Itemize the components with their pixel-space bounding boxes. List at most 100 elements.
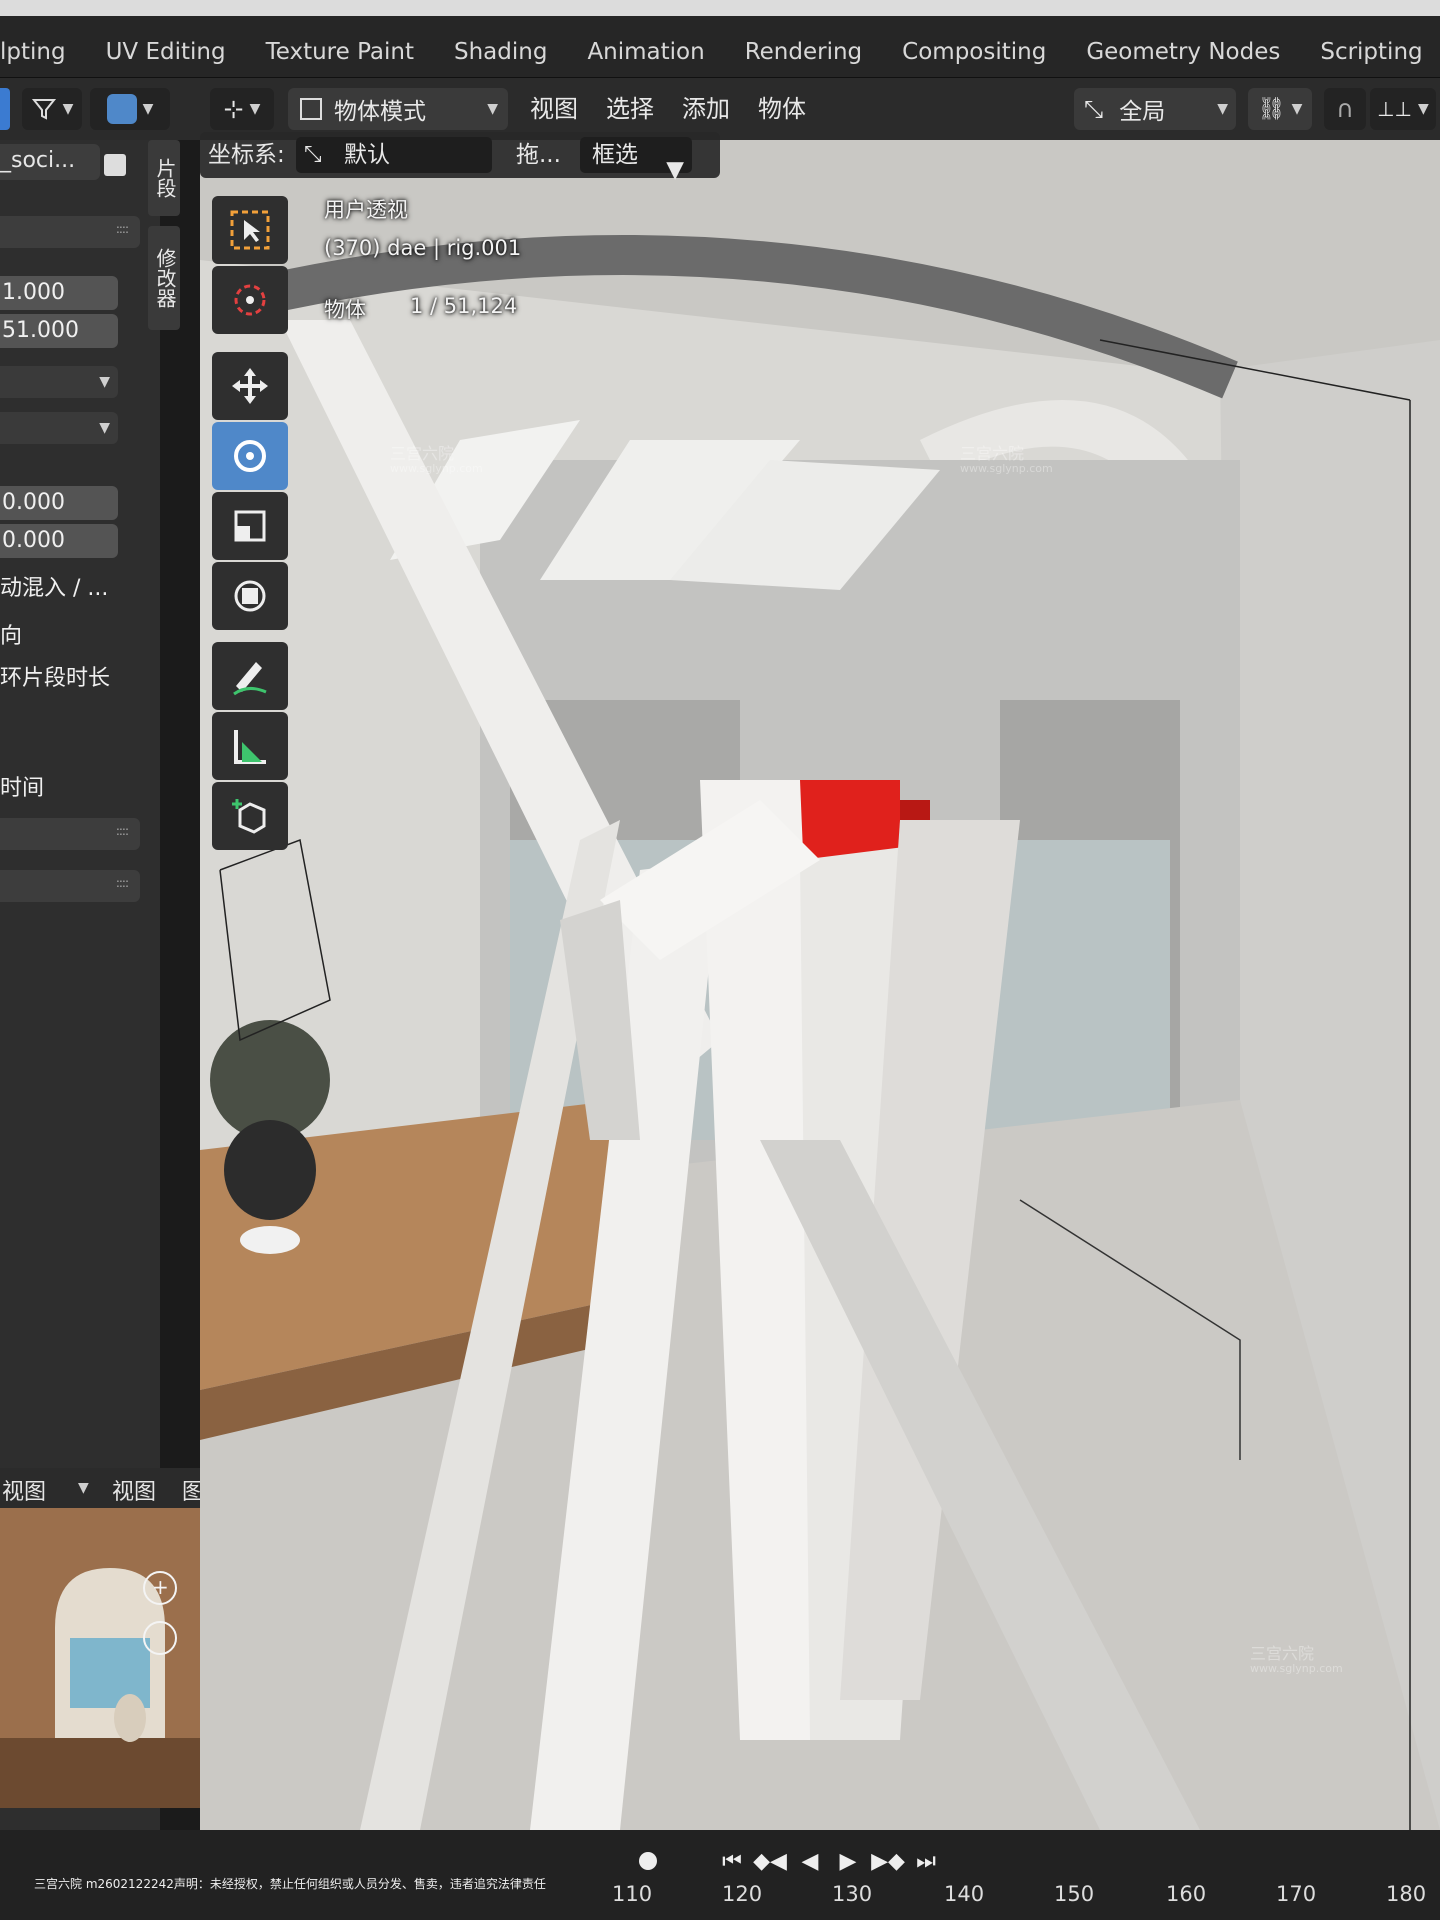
drag-handle-icon: :::: (115, 222, 129, 236)
sidebar-tabs: 片段 修改器 (148, 140, 184, 340)
tab-uv-editing[interactable]: UV Editing (86, 30, 246, 74)
viewport-header: ▼ ▼ ⊹ ▼ 物体模式 ▼ 视图 选择 添加 物体 ⤡ 全局 ▼ ⛓ ▼ ∩ ⊥⊥… (0, 78, 1440, 140)
panel-header-2[interactable]: :::: (0, 818, 140, 850)
sync-dropdown[interactable]: ▼ (90, 88, 170, 130)
blend-out-field[interactable]: 0.000 (0, 524, 118, 558)
magnet-icon: ∩ (1336, 95, 1354, 123)
preview-view-dropdown[interactable]: 视图 (2, 1474, 46, 1506)
add-cube-icon (232, 799, 266, 834)
select-mode-value: 框选 (592, 142, 638, 168)
chevron-down-icon: ▼ (249, 101, 261, 117)
frame-tick: 170 (1276, 1882, 1317, 1906)
add-cube-tool[interactable] (212, 782, 288, 850)
next-keyframe-button[interactable]: ▶◆ (868, 1842, 908, 1880)
extrapolation-dropdown[interactable]: ▼ (0, 366, 118, 398)
tab-strip[interactable]: 片段 (148, 140, 180, 216)
panel-header-3[interactable]: :::: (0, 870, 140, 902)
menu-object[interactable]: 物体 (758, 88, 806, 130)
tab-animation[interactable]: Animation (567, 30, 724, 74)
scale-tool[interactable] (212, 492, 288, 560)
blend-in-field[interactable]: 0.000 (0, 486, 118, 520)
play-reverse-icon: ◀ (801, 1848, 819, 1874)
play-button[interactable]: ▶ (828, 1842, 868, 1880)
chevron-down-icon: ▼ (99, 374, 110, 390)
record-icon (639, 1852, 657, 1870)
tab-geometry-nodes[interactable]: Geometry Nodes (1066, 30, 1300, 74)
select-box-tool[interactable] (212, 196, 288, 264)
chevron-down-icon: ▼ (1217, 101, 1228, 117)
3d-viewport[interactable]: 用户透视 (370) dae | rig.001 物体 1 / 51,124 (200, 140, 1440, 1830)
filter-dropdown[interactable]: ▼ (22, 88, 82, 130)
enable-checkbox[interactable] (104, 154, 126, 176)
chevron-down-icon: ▼ (62, 101, 74, 117)
move-tool[interactable] (212, 352, 288, 420)
menu-view[interactable]: 视图 (530, 88, 578, 130)
object-stat-label: 物体 (324, 298, 366, 322)
tab-rendering[interactable]: Rendering (725, 30, 882, 74)
chevron-down-icon: ▼ (99, 420, 110, 436)
prev-keyframe-button[interactable]: ◆◀ (750, 1842, 790, 1880)
rotate-icon (234, 440, 266, 472)
preview-header: 视图 ▼ 视图 图 (0, 1468, 210, 1508)
mode-dropdown[interactable]: 物体模式 ▼ (288, 88, 508, 130)
jump-start-button[interactable]: ⏮ (712, 1842, 752, 1880)
blending-dropdown[interactable]: ▼ (0, 412, 118, 444)
frame-end-value: 51.000 (2, 318, 79, 343)
tab-scripting[interactable]: Scripting (1300, 30, 1440, 74)
menu-add[interactable]: 添加 (682, 88, 730, 130)
object-name-field[interactable]: _soci... (0, 144, 100, 180)
object-type-visibility[interactable]: ⊹ ▼ (210, 88, 274, 130)
frame-start-field[interactable]: 1.000 (0, 276, 118, 310)
annotate-tool[interactable] (212, 642, 288, 710)
snap-settings-dropdown[interactable]: ⊥⊥ ▼ (1370, 88, 1436, 130)
prev-keyframe-icon: ◆◀ (753, 1848, 787, 1874)
select-mode-dropdown[interactable]: 框选 ▼ (580, 137, 692, 183)
snap-toggle[interactable]: ∩ (1324, 88, 1366, 130)
coordinate-system-dropdown[interactable]: ⤡ 默认 (296, 137, 492, 173)
jump-end-button[interactable]: ⏭ (906, 1842, 946, 1880)
cursor-icon (234, 284, 266, 316)
workspace-tabs: lpting UV Editing Texture Paint Shading … (0, 30, 1440, 74)
drag-handle-icon: :::: (115, 824, 129, 838)
time-label: 时间 (0, 776, 45, 801)
pivot-point-dropdown[interactable]: ⛓ ▼ (1248, 88, 1312, 130)
tab-shading[interactable]: Shading (434, 30, 567, 74)
frame-tick: 160 (1166, 1882, 1207, 1906)
panel-header[interactable]: :::: (0, 216, 140, 248)
select-box-icon (230, 210, 270, 250)
rotate-tool[interactable] (212, 422, 288, 490)
menu-select[interactable]: 选择 (606, 88, 654, 130)
drag-option[interactable]: 拖... (516, 132, 561, 178)
tab-compositing[interactable]: Compositing (882, 30, 1066, 74)
transform-orientation-dropdown[interactable]: ⤡ 全局 ▼ (1074, 88, 1236, 130)
link-icon: ⛓ (1257, 96, 1286, 122)
chevron-down-icon: ▼ (142, 101, 154, 117)
chevron-down-icon: ▼ (1291, 101, 1303, 117)
tab-texture-paint[interactable]: Texture Paint (246, 30, 434, 74)
cursor-tool[interactable] (212, 266, 288, 334)
svg-text:+: + (152, 1575, 169, 1599)
frame-tick: 180 (1386, 1882, 1427, 1906)
drag-handle-icon: :::: (115, 876, 129, 890)
frame-end-field[interactable]: 51.000 (0, 314, 118, 348)
workspace-topbar: lpting UV Editing Texture Paint Shading … (0, 0, 1440, 78)
play-reverse-button[interactable]: ◀ (790, 1842, 830, 1880)
measure-tool[interactable] (212, 712, 288, 780)
cycle-length-label: 环片段时长 (0, 666, 111, 691)
chevron-down-icon: ▼ (487, 101, 498, 117)
orientation-icon: ⤡ (1084, 95, 1104, 123)
record-button[interactable] (628, 1842, 668, 1880)
jump-end-icon: ⏭ (916, 1848, 936, 1874)
chevron-down-icon: ▼ (1418, 101, 1429, 117)
object-name-text: _soci... (0, 148, 76, 173)
tab-sculpting[interactable]: lpting (0, 30, 86, 74)
filter-icon (31, 99, 56, 120)
annotate-pencil-icon (233, 662, 267, 696)
editor-type-button[interactable] (0, 88, 10, 130)
preview-view-menu[interactable]: 视图 (112, 1474, 156, 1506)
transform-tool[interactable] (212, 562, 288, 630)
chevron-down-icon: ▼ (666, 157, 684, 183)
coordinate-icon: ⤡ (304, 142, 322, 167)
tab-modifiers[interactable]: 修改器 (148, 226, 180, 330)
coordinate-system-value: 默认 (344, 142, 390, 168)
